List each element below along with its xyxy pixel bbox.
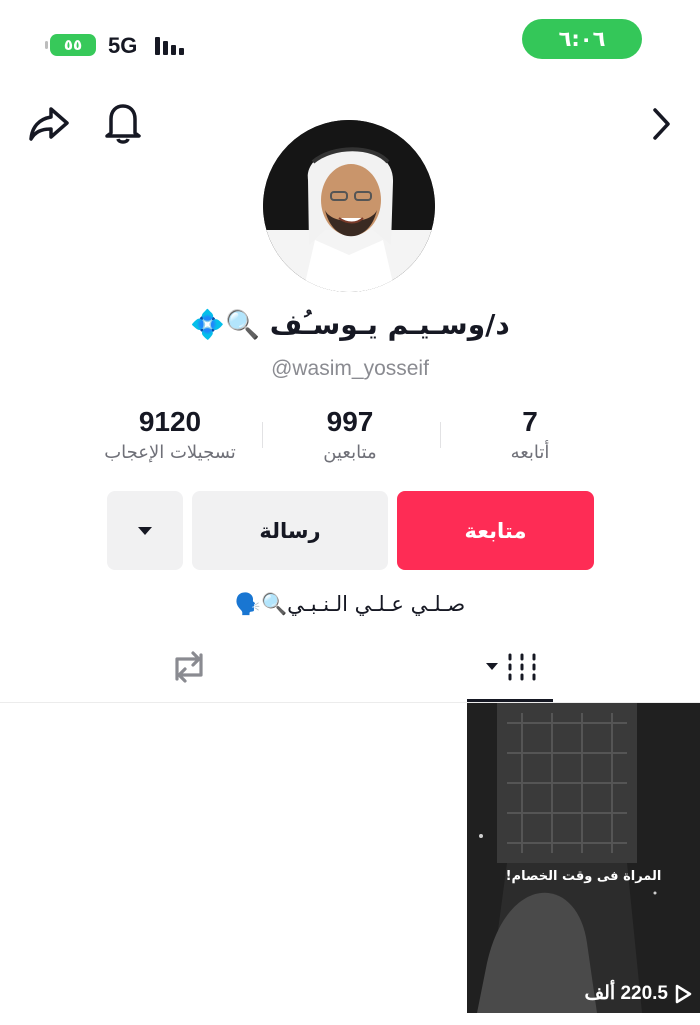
share-icon: [29, 107, 69, 141]
message-button[interactable]: رسالة: [192, 491, 388, 570]
speaking-head-icon: 🗣️: [234, 592, 261, 616]
likes-count: 9120: [138, 406, 202, 437]
views-count: 220.5 ألف: [584, 983, 668, 1004]
repost-icon: [175, 651, 203, 683]
battery-indicator: ٥٥: [45, 34, 96, 56]
search-emoji-icon: 🔍: [225, 308, 261, 341]
tab-videos[interactable]: [480, 646, 544, 688]
display-name: د/وسـيـم يـوسـُف 🔍💠: [150, 308, 550, 341]
tab-reposts[interactable]: [166, 646, 212, 688]
followers-label: متابعين: [323, 442, 377, 463]
caret-down-icon: [138, 526, 152, 535]
notifications-button[interactable]: [100, 100, 146, 146]
stat-followers[interactable]: 997 متابعين: [260, 406, 440, 463]
clock-text: ٦:٠٦: [558, 27, 606, 51]
grid-icon: [486, 653, 536, 681]
display-name-text: د/وسـيـم يـوسـُف: [269, 308, 510, 341]
avatar[interactable]: [263, 120, 435, 292]
avatar-photo: [263, 120, 435, 292]
follow-button[interactable]: متابعة: [397, 491, 594, 570]
search-emoji-icon: 🔍: [260, 592, 288, 616]
bio-text: صـلـي عـلـي الـنـبـي: [287, 592, 466, 616]
suggested-accounts-button[interactable]: [107, 491, 183, 570]
bio: صـلـي عـلـي الـنـبـي🔍🗣️: [150, 592, 550, 617]
stat-following[interactable]: 7 أتابعه: [440, 406, 620, 463]
network-type: 5G: [108, 33, 138, 58]
video-views: 220.5 ألف: [584, 982, 692, 1005]
following-label: أتابعه: [510, 442, 550, 463]
video-thumbnail[interactable]: المراة فى وقت الخصام! 220.5 ألف: [467, 703, 700, 1013]
status-time: ٦:٠٦: [522, 19, 642, 59]
video-overlay-title: المراة فى وقت الخصام!: [505, 869, 662, 884]
username: @wasim_yosseif: [271, 357, 429, 380]
bell-icon: [105, 104, 141, 144]
play-icon: [675, 984, 692, 1003]
likes-label: تسجيلات الإعجاب: [104, 442, 236, 463]
chevron-right-icon: [653, 108, 670, 140]
back-button[interactable]: [645, 104, 677, 144]
video-cover-image: [467, 703, 700, 1013]
diamond-emoji-icon: 💠: [190, 308, 226, 341]
following-count: 7: [522, 406, 538, 437]
followers-count: 997: [326, 406, 374, 437]
share-button[interactable]: [26, 103, 72, 145]
battery-level: ٥٥: [63, 36, 83, 54]
stat-likes[interactable]: 9120 تسجيلات الإعجاب: [80, 406, 260, 463]
signal-bars-icon: [155, 37, 184, 55]
